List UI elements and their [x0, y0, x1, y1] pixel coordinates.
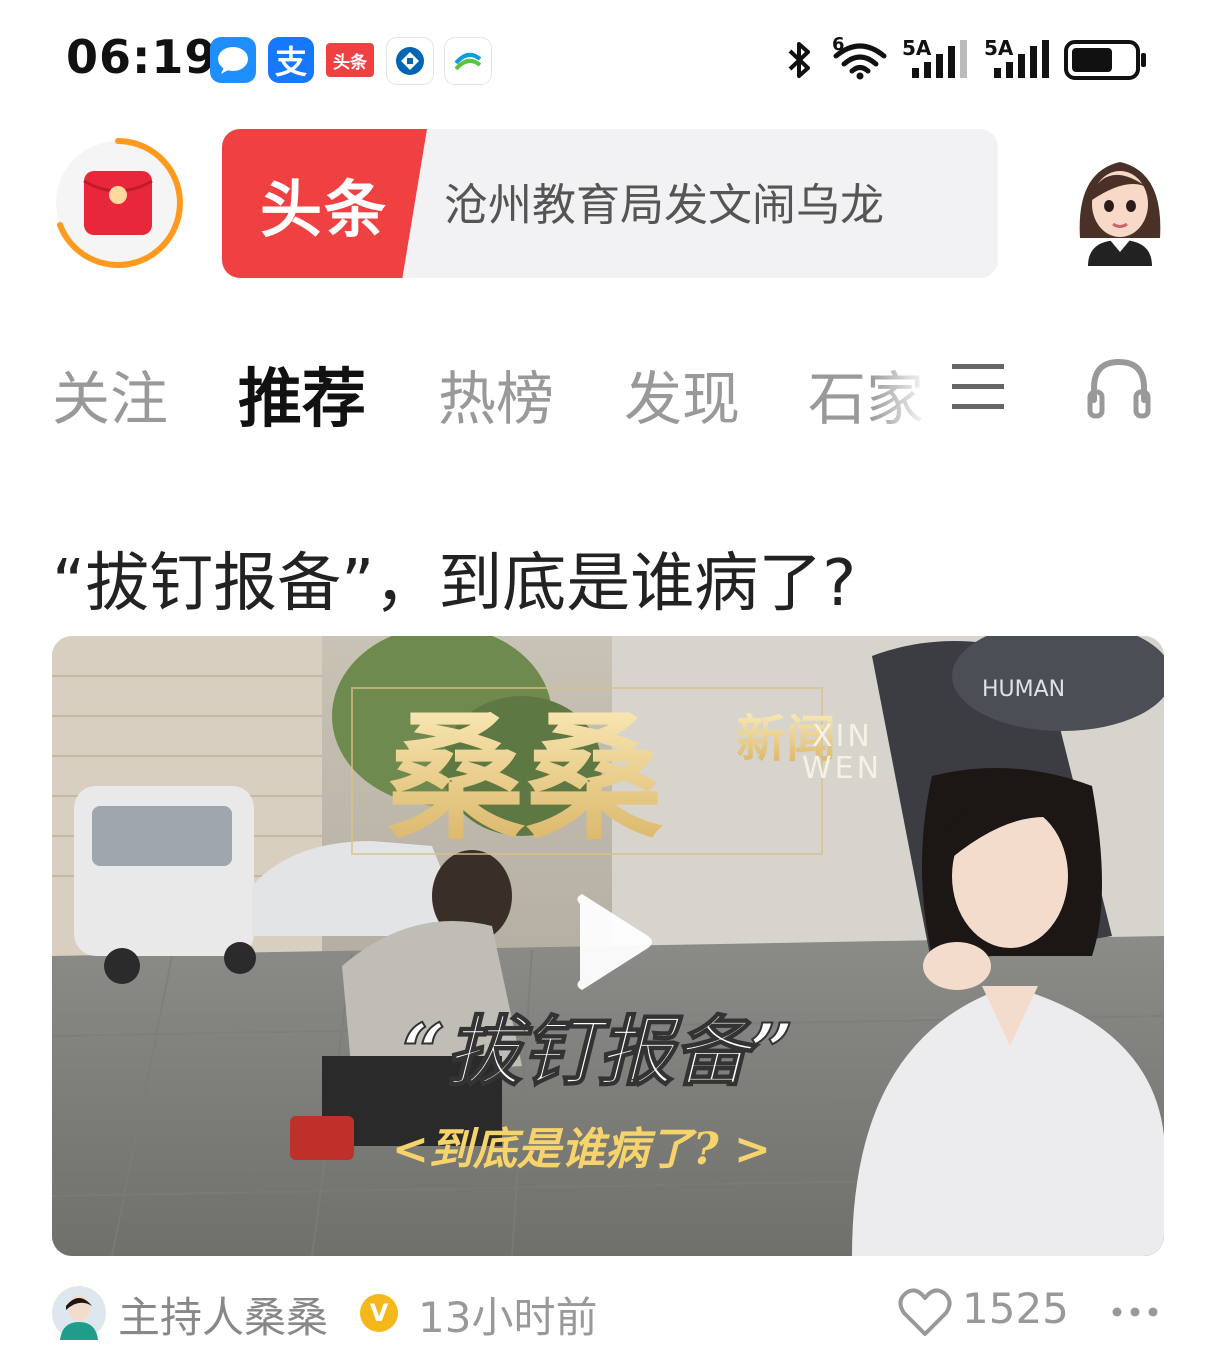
sim2-signal-icon	[988, 40, 1052, 80]
message-bubble-icon	[210, 37, 256, 83]
tab-discover[interactable]: 发现	[624, 352, 740, 436]
tab-follow[interactable]: 关注	[52, 352, 168, 436]
verified-badge-label: V	[369, 1299, 389, 1327]
author-name[interactable]: 主持人桑桑	[118, 1284, 328, 1345]
toutiao-app-label: 头条	[333, 52, 367, 73]
status-time: 06:19	[66, 30, 218, 84]
like-count: 1525	[962, 1284, 1069, 1333]
verified-badge: V	[360, 1294, 398, 1332]
thumb-brand-latin-2: WEN	[802, 751, 882, 786]
video-thumbnail-image: 桑桑 新闻 XIN WEN HUMAN “拔钉报备” <到底是谁病了? >	[52, 636, 1164, 1256]
like-button[interactable]	[898, 1286, 952, 1342]
thumb-cap-text: HUMAN	[982, 677, 1065, 702]
search-bar[interactable]: 头条 沧州教育局发文闹乌龙	[222, 129, 998, 278]
alipay-label: 支	[274, 43, 307, 81]
toutiao-brand-label: 头条	[222, 129, 427, 278]
author-avatar[interactable]	[52, 1286, 106, 1344]
tab-fade	[870, 345, 940, 435]
avatar-illustration-icon	[1058, 142, 1182, 266]
article-title[interactable]: “拔钉报备”，到底是谁病了?	[52, 532, 856, 624]
thumb-brand-big: 桑桑	[387, 696, 663, 859]
china-mobile-icon	[444, 37, 492, 85]
user-avatar[interactable]	[1058, 142, 1182, 266]
search-fade	[898, 159, 968, 249]
headphones-icon[interactable]	[1086, 354, 1152, 424]
more-options-icon[interactable]	[1110, 1300, 1160, 1328]
red-packet-icon	[56, 138, 183, 268]
thumb-brand-latin-1: XIN	[812, 719, 873, 754]
thumb-overlay-title: “拔钉报备”	[402, 1007, 793, 1096]
alipay-icon: 支	[268, 37, 314, 83]
bluetooth-icon	[784, 40, 814, 80]
thumb-overlay-subtitle: <到底是谁病了? >	[392, 1124, 771, 1175]
video-thumbnail[interactable]: 桑桑 新闻 XIN WEN HUMAN “拔钉报备” <到底是谁病了? >	[52, 636, 1164, 1256]
post-time: 13小时前	[418, 1293, 598, 1342]
toutiao-icon: 头条	[326, 43, 374, 77]
wifi-icon: 6	[832, 34, 890, 80]
sim1-signal-icon	[906, 40, 970, 80]
channel-menu-icon[interactable]	[950, 360, 1006, 416]
heart-icon	[898, 1288, 952, 1336]
tab-hot[interactable]: 热榜	[438, 352, 554, 436]
tab-recommend[interactable]: 推荐	[238, 348, 366, 440]
ccb-bank-icon	[386, 37, 434, 85]
battery-icon	[1064, 40, 1148, 80]
search-hint-text: 沧州教育局发文闹乌龙	[444, 180, 884, 231]
red-packet-button[interactable]	[50, 135, 186, 271]
